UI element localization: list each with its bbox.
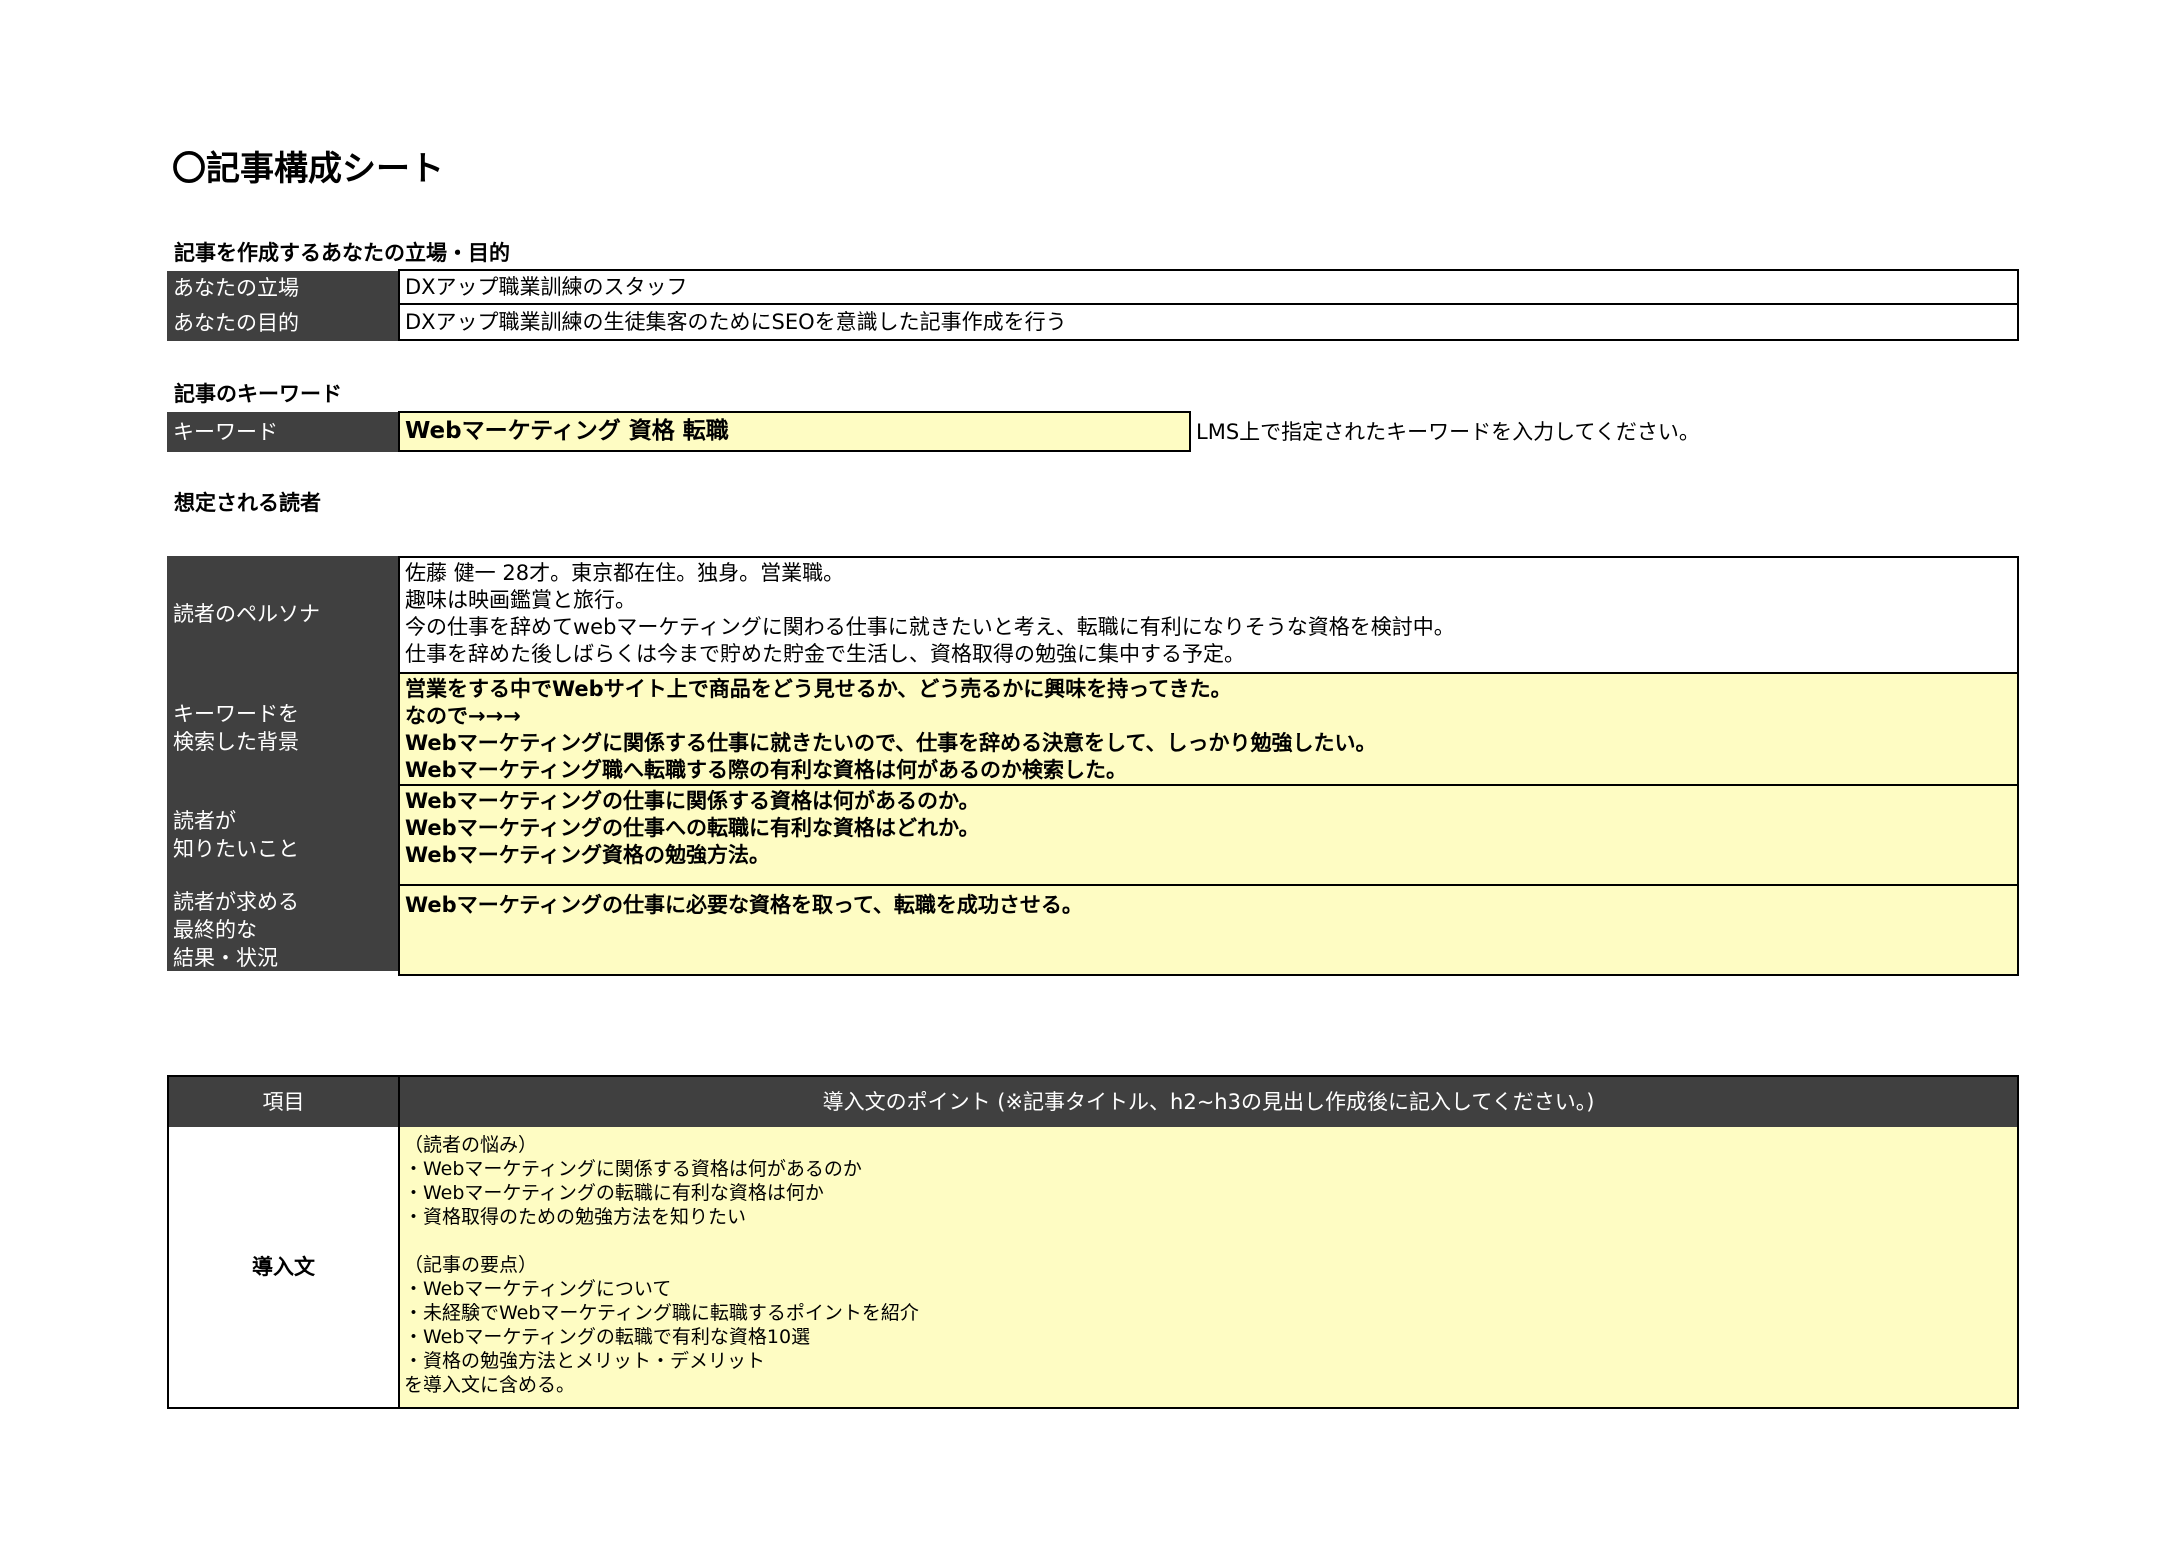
intro-closing: を導入文に含める。 [404,1374,576,1396]
purpose-value[interactable]: DXアップ職業訓練の生徒集客のためにSEOを意識した記事作成を行う [398,303,2019,341]
position-labels: あなたの立場 あなたの目的 [167,271,399,341]
goal-label: 読者が求める 最終的な 結果・状況 [173,890,299,970]
position-section-heading: 記事を作成するあなたの立場・目的 [174,241,510,265]
list-item: ・資格取得のための勉強方法を知りたい [404,1206,747,1228]
keyword-hint: LMS上で指定されたキーワードを入力してください。 [1196,420,1700,444]
page-title: 〇記事構成シート [172,149,444,189]
list-item: ・資格の勉強方法とメリット・デメリット [404,1350,766,1372]
goal-content[interactable]: Webマーケティングの仕事に必要な資格を取って、転職を成功させる。 [398,884,2019,976]
keyword-label: キーワード [167,412,399,452]
intro-header-item: 項目 [169,1077,398,1127]
intro-row-label: 導入文 [252,1255,315,1279]
persona-label: 読者のペルソナ [173,602,320,626]
keyword-section-heading: 記事のキーワード [174,382,342,406]
list-item: ・Webマーケティングの転職に有利な資格は何か [404,1182,824,1204]
purpose-label: あなたの目的 [173,311,299,335]
persona-content[interactable]: 佐藤 健一 28才。東京都在住。独身。営業職。 趣味は映画鑑賞と旅行。 今の仕事… [398,556,2019,674]
position-value[interactable]: DXアップ職業訓練のスタッフ [398,269,2019,305]
wants-content[interactable]: Webマーケティングの仕事に関係する資格は何があるのか。 Webマーケティングの… [398,784,2019,886]
worries-heading: （読者の悩み） [404,1134,538,1156]
list-item: ・Webマーケティングに関係する資格は何があるのか [404,1158,862,1180]
wants-label: 読者が 知りたいこと [173,809,299,861]
background-content[interactable]: 営業をする中でWebサイト上で商品をどう見せるか、どう売るかに興味を持ってきた。… [398,672,2019,786]
intro-content[interactable]: （読者の悩み） ・Webマーケティングに関係する資格は何があるのか ・Webマー… [400,1127,2017,1407]
background-label: キーワードを 検索した背景 [173,702,299,754]
keyword-value[interactable]: Webマーケティング 資格 転職 [398,411,1191,452]
intro-header-point: 導入文のポイント (※記事タイトル、h2~h3の見出し作成後に記入してください。… [400,1077,2017,1127]
position-label: あなたの立場 [173,276,299,300]
list-item: ・Webマーケティングについて [404,1278,672,1300]
list-item: ・未経験でWebマーケティング職に転職するポイントを紹介 [404,1302,919,1324]
points-heading: （記事の要点） [404,1254,538,1276]
list-item: ・Webマーケティングの転職で有利な資格10選 [404,1326,811,1348]
reader-section-heading: 想定される読者 [174,491,321,515]
